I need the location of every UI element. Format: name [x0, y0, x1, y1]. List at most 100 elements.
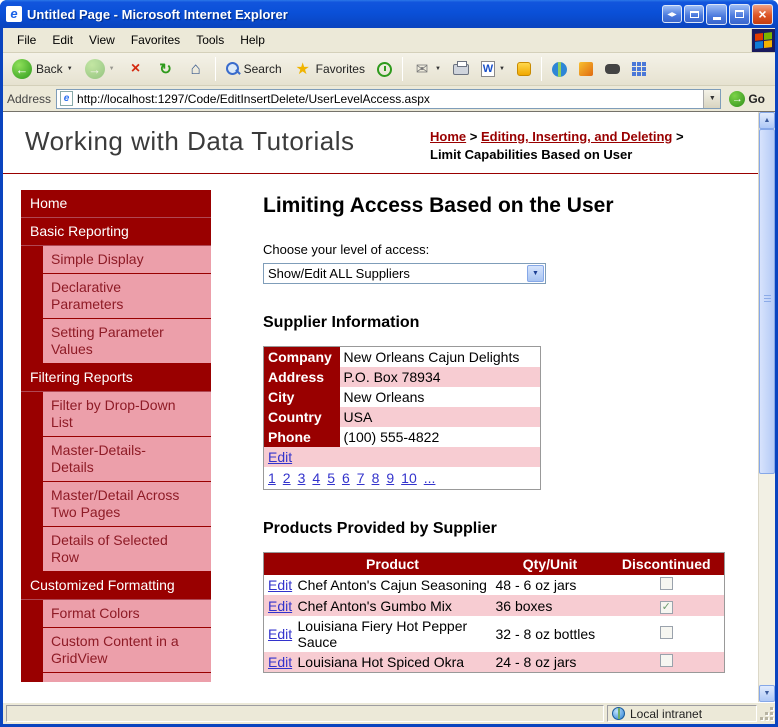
sidebar-item-basic-reporting[interactable]: Basic Reporting — [21, 218, 211, 247]
pager-link-9[interactable]: 9 — [386, 470, 394, 486]
resize-grip[interactable] — [760, 704, 775, 722]
pan-arrows-button[interactable]: ◀▶ — [662, 5, 682, 23]
back-dropdown-icon[interactable]: ▼ — [67, 66, 73, 72]
maximize-button[interactable] — [729, 3, 750, 25]
supplier-details-table: Company New Orleans Cajun Delights Addre… — [263, 346, 541, 491]
page-title: Limiting Access Based on the User — [263, 194, 614, 218]
menu-favorites[interactable]: Favorites — [123, 29, 188, 51]
forward-button[interactable]: → ▼ — [80, 56, 120, 82]
sidebar-item-simple-display[interactable]: Simple Display — [43, 246, 211, 275]
sidebar-item-filtering-reports[interactable]: Filtering Reports — [21, 364, 211, 393]
supplier-field-label: Phone — [263, 427, 340, 448]
discontinued-checkbox[interactable] — [659, 654, 673, 668]
access-level-label: Choose your level of access: — [263, 242, 430, 258]
print-button[interactable] — [448, 60, 474, 78]
pager-link-4[interactable]: 4 — [312, 470, 320, 486]
pager-link-2[interactable]: 2 — [283, 470, 291, 486]
supplier-pager: 1 2 3 4 5 6 7 8 9 10... — [264, 467, 541, 490]
addon-button-3[interactable] — [600, 61, 625, 77]
pager-link-more[interactable]: ... — [424, 470, 436, 486]
sidebar-item-home[interactable]: Home — [21, 190, 211, 219]
minimize-icon — [712, 17, 721, 20]
supplier-field-label: Company — [263, 346, 340, 368]
addon-icon-4 — [631, 62, 646, 76]
pager-link-7[interactable]: 7 — [357, 470, 365, 486]
addon-button-1[interactable] — [547, 59, 572, 80]
favorites-button[interactable]: ★ Favorites — [289, 57, 370, 81]
go-label: Go — [748, 91, 765, 106]
menu-edit[interactable]: Edit — [44, 29, 81, 51]
access-level-select[interactable]: Show/Edit ALL Suppliers ▼ — [263, 263, 546, 285]
product-edit-link[interactable]: Edit — [268, 626, 292, 642]
scroll-up-button[interactable]: ▲ — [759, 112, 775, 129]
product-qty-cell: 24 - 8 oz jars — [491, 652, 609, 673]
sidebar-item-filter-by-dropdown-list[interactable]: Filter by Drop-Down List — [43, 392, 211, 438]
home-button[interactable]: ⌂ — [182, 57, 210, 81]
supplier-pager-row: 1 2 3 4 5 6 7 8 9 10... — [264, 467, 541, 490]
address-dropdown-button[interactable]: ▼ — [703, 89, 721, 108]
mail-dropdown-icon[interactable]: ▼ — [435, 66, 441, 72]
browser-chrome: File Edit View Favorites Tools Help ← Ba… — [3, 28, 775, 724]
pager-link-6[interactable]: 6 — [342, 470, 350, 486]
stop-button[interactable]: × — [122, 57, 150, 81]
discontinued-checkbox[interactable] — [659, 626, 673, 640]
table-row: Edit Louisiana Hot Spiced Okra 24 - 8 oz… — [263, 652, 725, 673]
pager-link-3[interactable]: 3 — [298, 470, 306, 486]
select-dropdown-icon[interactable]: ▼ — [527, 265, 544, 283]
sidebar-item-custom-content-gridview[interactable]: Custom Content in a GridView — [43, 628, 211, 674]
mail-button[interactable]: ✉ ▼ — [408, 57, 446, 81]
pager-link-10[interactable]: 10 — [401, 470, 417, 486]
addon-button-4[interactable] — [627, 59, 651, 79]
product-edit-link[interactable]: Edit — [268, 654, 292, 670]
favorites-label: Favorites — [315, 62, 365, 76]
supplier-edit-link[interactable]: Edit — [268, 449, 292, 465]
supplier-field-label: Address — [263, 367, 340, 388]
scrollbar-track[interactable] — [759, 474, 775, 685]
product-qty-cell: 48 - 6 oz jars — [495, 577, 577, 594]
edit-dropdown-icon[interactable]: ▼ — [499, 66, 505, 72]
sidebar-item-details-of-selected-row[interactable]: Details of Selected Row — [43, 527, 211, 573]
breadcrumb-home-link[interactable]: Home — [430, 129, 466, 144]
menubar: File Edit View Favorites Tools Help — [3, 28, 775, 53]
edit-with-word-button[interactable]: W ▼ — [476, 58, 510, 80]
addon-icon-1 — [551, 61, 567, 77]
security-zone-panel: Local intranet — [607, 705, 757, 722]
pager-link-1[interactable]: 1 — [268, 470, 276, 486]
sidebar-item-customized-formatting[interactable]: Customized Formatting — [21, 572, 211, 601]
addon-icon-3 — [604, 64, 620, 74]
discontinued-checkbox[interactable]: ✓ — [659, 601, 673, 615]
sidebar-item-clipped[interactable] — [43, 673, 211, 683]
messenger-button[interactable] — [512, 59, 536, 79]
refresh-button[interactable]: ↻ — [152, 57, 180, 81]
breadcrumb-separator: > — [469, 129, 478, 144]
products-section-heading: Products Provided by Supplier — [263, 520, 497, 538]
close-button[interactable]: × — [752, 3, 773, 25]
menu-help[interactable]: Help — [232, 29, 273, 51]
history-button[interactable] — [372, 59, 397, 80]
sidebar-item-declarative-parameters[interactable]: Declarative Parameters — [43, 274, 211, 320]
sidebar-item-master-detail-two-pages[interactable]: Master/Detail Across Two Pages — [43, 482, 211, 528]
product-edit-link[interactable]: Edit — [268, 577, 292, 593]
sidebar-item-format-colors[interactable]: Format Colors — [43, 600, 211, 629]
sidebar-item-setting-parameter-values[interactable]: Setting Parameter Values — [43, 319, 211, 365]
product-qty-cell: 32 - 8 oz bottles — [495, 626, 596, 643]
breadcrumb-section-link[interactable]: Editing, Inserting, and Deleting — [481, 129, 672, 144]
addon-button-2[interactable] — [574, 59, 598, 79]
back-button[interactable]: ← Back ▼ — [7, 56, 78, 82]
menu-file[interactable]: File — [9, 29, 44, 51]
pager-link-8[interactable]: 8 — [372, 470, 380, 486]
sidebar-item-master-details-details[interactable]: Master-Details-Details — [43, 437, 211, 483]
scroll-down-button[interactable]: ▼ — [759, 685, 775, 702]
search-button[interactable]: Search — [221, 59, 287, 79]
discontinued-checkbox[interactable] — [659, 577, 673, 591]
address-input[interactable] — [77, 89, 704, 108]
window-shortcut-button[interactable] — [684, 5, 704, 23]
go-button[interactable]: → Go — [726, 90, 771, 108]
pager-link-5[interactable]: 5 — [327, 470, 335, 486]
minimize-button[interactable] — [706, 3, 727, 25]
scrollbar-thumb[interactable] — [759, 129, 775, 474]
menu-view[interactable]: View — [81, 29, 123, 51]
vertical-scrollbar[interactable]: ▲ ▼ — [758, 112, 775, 702]
menu-tools[interactable]: Tools — [188, 29, 232, 51]
product-edit-link[interactable]: Edit — [268, 598, 292, 614]
